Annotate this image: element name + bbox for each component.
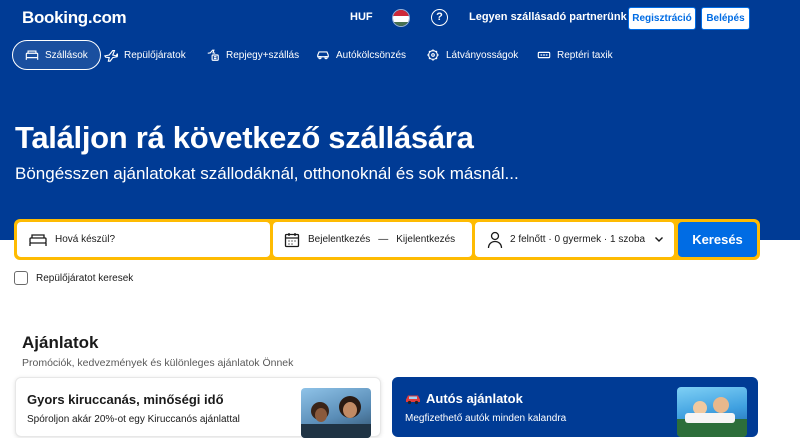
flight-checkbox-row[interactable]: Repülőjáratot keresek [14, 271, 133, 285]
offer-card-title: Autós ajánlatok [426, 391, 523, 406]
offer-card-text: Megfizethető autók minden kalandra [405, 413, 567, 424]
nav-tab-car-rental[interactable]: Autókölcsönzés [316, 40, 406, 70]
dates-field[interactable]: Bejelentkezés — Kijelentkezés [273, 222, 472, 257]
offers-subtitle: Promóciók, kedvezmények és különleges aj… [22, 357, 294, 369]
search-bar: Hová készül? Bejelentkezés — Kijelentkez… [14, 219, 760, 260]
nav-tab-airport-taxis[interactable]: Reptéri taxik [537, 40, 613, 70]
hero-title: Találjon rá következő szállására [15, 120, 474, 155]
road-trip-photo [677, 387, 747, 437]
person-icon [487, 231, 503, 248]
bed-icon [25, 50, 39, 60]
hungary-flag-icon[interactable] [392, 9, 410, 27]
plane-icon [104, 50, 118, 62]
login-button[interactable]: Belépés [701, 7, 750, 30]
partner-link[interactable]: Legyen szállásadó partnerünk [469, 11, 627, 23]
offer-card-car-deals[interactable]: Autós ajánlatok Megfizethető autók minde… [392, 377, 758, 437]
car-icon [317, 51, 329, 60]
checkin-date[interactable]: Bejelentkezés [308, 234, 370, 245]
taxi-icon [537, 51, 551, 59]
bed-icon [29, 233, 47, 246]
nav-tab-label: Autókölcsönzés [336, 49, 407, 61]
checkout-date[interactable]: Kijelentkezés [396, 234, 455, 245]
nav-tab-attractions[interactable]: Látványosságok [426, 40, 518, 70]
car-icon [406, 395, 420, 404]
nav-tab-stays[interactable]: Szállások [12, 40, 101, 70]
calendar-icon [284, 232, 300, 247]
offer-card-title-row: Autós ajánlatok [405, 391, 523, 406]
guests-summary: 2 felnőtt · 0 gyermek · 1 szoba [510, 234, 646, 245]
register-button[interactable]: Regisztráció [628, 7, 696, 30]
booking-logo[interactable]: Booking.com [22, 8, 127, 28]
destination-field[interactable]: Hová készül? [17, 222, 270, 257]
top-bar: Booking.com HUF ? Legyen szállásadó part… [0, 0, 800, 38]
nav-tab-flights[interactable]: Repülőjáratok [104, 40, 186, 70]
nav-tab-label: Szállások [45, 49, 88, 61]
hero-subtitle: Böngésszen ajánlatokat szállodáknál, ott… [15, 164, 519, 183]
plane-hotel-icon [207, 49, 219, 61]
nav-tab-flight-hotel[interactable]: Repjegy+szállás [206, 40, 299, 70]
offers-title: Ajánlatok [22, 333, 99, 352]
chevron-down-icon [655, 237, 663, 242]
guests-field[interactable]: 2 felnőtt · 0 gyermek · 1 szoba [475, 222, 674, 257]
date-separator: — [378, 234, 389, 245]
nav-tab-label: Repjegy+szállás [226, 49, 300, 61]
offer-card-getaway[interactable]: Gyors kiruccanás, minőségi idő Spóroljon… [15, 377, 381, 438]
attractions-icon [427, 49, 439, 61]
help-icon[interactable]: ? [431, 9, 448, 26]
main-nav: Szállások Repülőjáratok Repjegy+szállás … [0, 40, 800, 70]
couple-photo [301, 388, 371, 438]
offer-card-text: Spóroljon akár 20%-ot egy Kiruccanós ajá… [27, 414, 240, 425]
nav-tab-label: Látványosságok [446, 49, 519, 61]
nav-tab-label: Reptéri taxik [557, 49, 613, 61]
search-button[interactable]: Keresés [678, 222, 757, 257]
currency-selector[interactable]: HUF [350, 11, 373, 23]
destination-input[interactable]: Hová készül? [55, 234, 115, 245]
flight-checkbox-label[interactable]: Repülőjáratot keresek [36, 273, 133, 284]
nav-tab-label: Repülőjáratok [124, 49, 186, 61]
offer-card-title: Gyors kiruccanás, minőségi idő [27, 392, 224, 407]
flight-checkbox[interactable] [14, 271, 28, 285]
